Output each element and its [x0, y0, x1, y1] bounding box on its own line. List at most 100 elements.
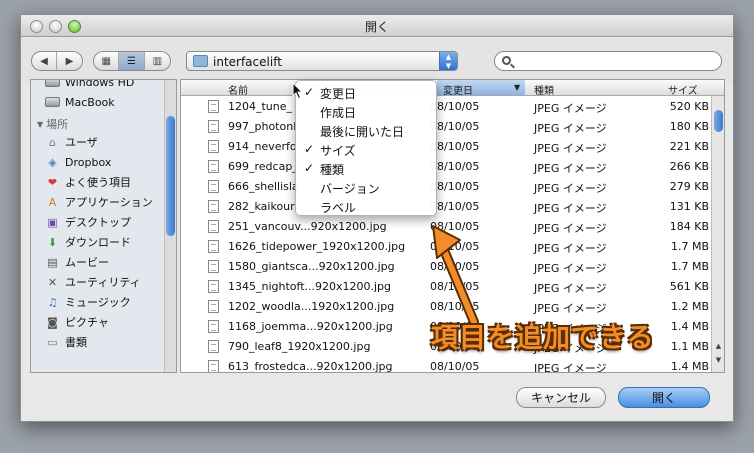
sort-descending-icon: ▼ — [514, 83, 521, 92]
file-kind: JPEG イメージ — [534, 182, 607, 195]
list-scroll-thumb[interactable] — [714, 110, 723, 132]
menu-item[interactable]: バージョン — [296, 179, 436, 198]
file-name: 613_frostedca...920x1200.jpg — [228, 360, 393, 373]
list-scrollbar[interactable]: ▲ ▼ — [711, 96, 724, 372]
scroll-down-icon[interactable]: ▼ — [714, 356, 723, 364]
file-row[interactable]: 997_photonl 08/10/05 JPEG イメージ 180 KB — [181, 117, 713, 137]
back-arrow-icon[interactable]: ◀ — [32, 52, 57, 70]
sidebar-device-label: Windows HD — [65, 79, 135, 89]
file-row[interactable]: 1204_tune_ 08/10/05 JPEG イメージ 520 KB — [181, 97, 713, 117]
sidebar-place-label: ムービー — [65, 256, 109, 269]
file-size: 279 KB — [669, 180, 709, 193]
window-title: 開く — [364, 20, 389, 34]
music-icon: ♫ — [47, 295, 58, 309]
laptop-icon — [45, 97, 60, 107]
sidebar-scroll-thumb[interactable] — [166, 116, 175, 236]
sidebar-scrollbar[interactable] — [164, 80, 176, 372]
menu-item[interactable]: ラベル — [296, 198, 436, 217]
folder-icon — [193, 55, 208, 67]
menu-item[interactable]: ✓ 変更日 — [296, 84, 436, 103]
file-row[interactable]: 666_shellisla 08/10/05 JPEG イメージ 279 KB — [181, 177, 713, 197]
dropbox-icon: ◈ — [48, 155, 57, 169]
disclosure-triangle-icon[interactable]: ▼ — [37, 120, 43, 129]
jpeg-file-icon — [208, 180, 219, 193]
sidebar-place-label: よく使う項目 — [65, 176, 131, 189]
column-name[interactable]: 名前 — [228, 82, 248, 97]
desktop-icon: ▣ — [47, 215, 58, 229]
menu-item[interactable]: ✓ サイズ — [296, 141, 436, 160]
title-bar: 開く — [21, 15, 733, 37]
file-name: 790_leaf8_1920x1200.jpg — [228, 340, 371, 353]
path-popup[interactable]: interfacelift ▲ ▼ — [186, 51, 458, 71]
file-kind: JPEG イメージ — [534, 102, 607, 115]
file-row[interactable]: 613_frostedca...920x1200.jpg 08/10/05 JPEG… — [181, 357, 713, 373]
file-date: 08/10/05 — [430, 200, 480, 213]
applications-icon: A — [48, 195, 57, 209]
file-kind: JPEG イメージ — [534, 122, 607, 135]
file-kind: JPEG イメージ — [534, 202, 607, 215]
sidebar-place-item[interactable]: ▣ デスクトップ — [31, 212, 166, 232]
file-kind: JPEG イメージ — [534, 362, 607, 373]
sidebar-place-item[interactable]: ⬇ ダウンロード — [31, 232, 166, 252]
file-size: 1.7 MB — [670, 260, 709, 273]
column-view-icon[interactable]: ▥ — [145, 52, 170, 70]
file-row[interactable]: 699_redcap_ 08/10/05 JPEG イメージ 266 KB — [181, 157, 713, 177]
menu-item-label: 作成日 — [320, 106, 357, 120]
menu-item-label: 種類 — [320, 163, 345, 177]
file-name: 1168_joemma...920x1200.jpg — [228, 320, 393, 333]
sidebar-place-item[interactable]: A アプリケーション — [31, 192, 166, 212]
checkmark-icon: ✓ — [304, 142, 315, 156]
jpeg-file-icon — [208, 260, 219, 273]
sidebar-place-label: デスクトップ — [65, 216, 131, 229]
path-folder-label: interfacelift — [213, 55, 282, 69]
sidebar-place-item[interactable]: ◈ Dropbox — [31, 152, 166, 172]
sidebar-place-item[interactable]: ♫ ミュージック — [31, 292, 166, 312]
file-row[interactable]: 282_kaikour 08/10/05 JPEG イメージ 131 KB — [181, 197, 713, 217]
sidebar-place-label: アプリケーション — [65, 196, 153, 209]
sidebar-place-item[interactable]: ❤ よく使う項目 — [31, 172, 166, 192]
file-size: 180 KB — [669, 120, 709, 133]
sidebar-device-item[interactable]: MacBook — [31, 92, 166, 112]
file-row[interactable]: 914_neverfo 08/10/05 JPEG イメージ 221 KB — [181, 137, 713, 157]
forward-arrow-icon[interactable]: ▶ — [57, 52, 82, 70]
column-size[interactable]: サイズ — [668, 82, 698, 97]
sidebar-place-item[interactable]: ✕ ユーティリティ — [31, 272, 166, 292]
checkmark-icon: ✓ — [304, 161, 315, 175]
file-size: 266 KB — [669, 160, 709, 173]
jpeg-file-icon — [208, 320, 219, 333]
sidebar-place-label: ミュージック — [65, 296, 131, 309]
file-name: 1580_giantsca...920x1200.jpg — [228, 260, 395, 273]
icon-view-icon[interactable]: ▦ — [94, 52, 120, 70]
file-date: 08/10/05 — [430, 140, 480, 153]
cancel-button[interactable]: キャンセル — [516, 387, 606, 408]
file-size: 131 KB — [669, 200, 709, 213]
menu-item[interactable]: 作成日 — [296, 103, 436, 122]
file-name: 1345_nightoft...920x1200.jpg — [228, 280, 392, 293]
file-kind: JPEG イメージ — [534, 302, 607, 315]
places-header[interactable]: ▼ 場所 — [31, 116, 68, 132]
menu-item-label: 最後に開いた日 — [320, 125, 405, 139]
file-size: 1.1 MB — [670, 340, 709, 353]
search-input[interactable] — [494, 51, 722, 71]
back-forward-buttons: ◀ ▶ — [31, 51, 83, 71]
menu-item[interactable]: 最後に開いた日 — [296, 122, 436, 141]
sidebar-place-item[interactable]: ⌂ ユーザ — [31, 132, 166, 152]
menu-item[interactable]: ✓ 種類 — [296, 160, 436, 179]
jpeg-file-icon — [208, 300, 219, 313]
column-modified[interactable]: 変更日 — [443, 82, 473, 97]
column-context-menu: ✓ 変更日作成日最後に開いた日 ✓ サイズ ✓ 種類バージョンラベル — [295, 80, 437, 216]
house-icon: ⌂ — [49, 135, 56, 149]
sidebar: Windows HD MacBook ▼ 場所 ⌂ ユーザ ◈ Dropbox ❤ よく使う項目 A… — [30, 79, 177, 373]
view-mode-buttons: ▦ ☰ ▥ — [93, 51, 171, 71]
sidebar-place-item[interactable]: ▭ 書類 — [31, 332, 166, 352]
sidebar-place-item[interactable]: ◙ ピクチャ — [31, 312, 166, 332]
annotation-arrow-icon — [432, 225, 479, 327]
menu-item-label: バージョン — [320, 182, 380, 196]
document-icon: ▭ — [47, 335, 58, 349]
sidebar-device-item[interactable]: Windows HD — [31, 79, 166, 92]
list-view-icon[interactable]: ☰ — [119, 52, 145, 70]
column-kind[interactable]: 種類 — [534, 82, 554, 97]
open-button[interactable]: 開く — [618, 387, 710, 408]
sidebar-place-item[interactable]: ▤ ムービー — [31, 252, 166, 272]
scroll-up-icon[interactable]: ▲ — [714, 342, 723, 350]
